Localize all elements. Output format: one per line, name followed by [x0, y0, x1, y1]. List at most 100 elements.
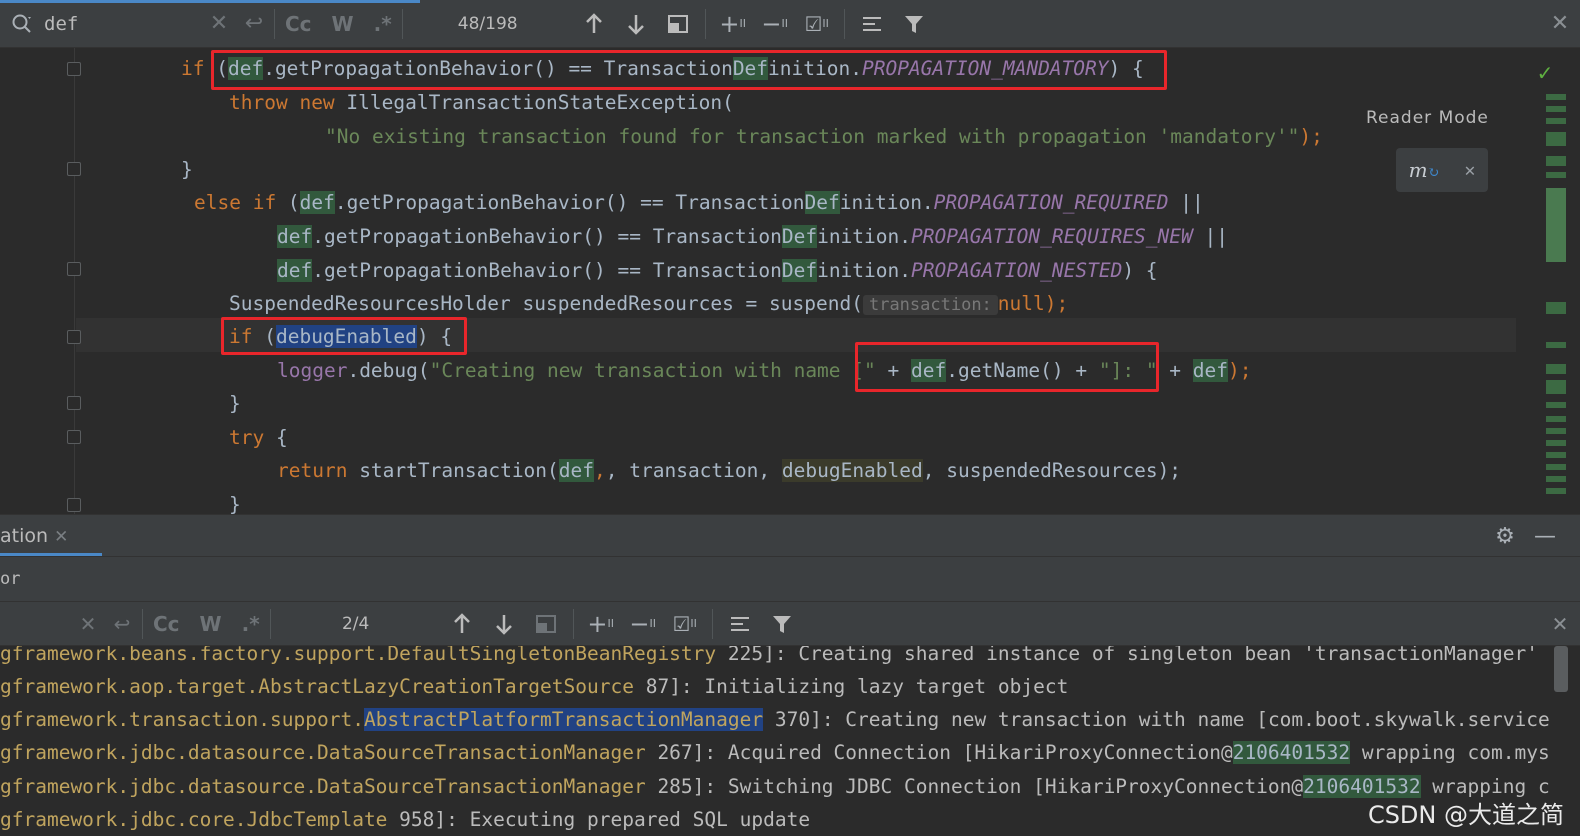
separator — [843, 8, 845, 39]
console-scrollbar[interactable] — [1554, 646, 1568, 692]
previous-occurrence-icon[interactable] — [441, 602, 483, 646]
open-in-window-icon[interactable] — [657, 0, 699, 48]
match-counter: 48/198 — [457, 13, 518, 34]
code-line: "No existing transaction found for trans… — [325, 125, 1323, 148]
words-button[interactable]: W — [332, 12, 354, 36]
gear-icon[interactable]: ⚙ — [1492, 523, 1518, 549]
open-in-window-icon[interactable] — [525, 602, 567, 646]
code-line: } — [229, 392, 241, 415]
minimize-icon[interactable]: — — [1532, 523, 1558, 549]
occurrence-mark[interactable] — [1546, 106, 1566, 112]
regex-button[interactable]: .* — [242, 612, 260, 636]
console-line: gframework.aop.target.AbstractLazyCreati… — [0, 675, 1069, 698]
fold-marker[interactable] — [67, 498, 81, 512]
run-tool-window-header: ation ✕ ⚙ — — [0, 514, 1580, 557]
annotation-box — [855, 342, 1159, 392]
close-search-icon[interactable]: ✕ — [1540, 0, 1580, 48]
next-occurrence-icon[interactable] — [483, 602, 525, 646]
funnel-icon[interactable] — [893, 0, 935, 48]
run-tab-label: ation — [0, 525, 49, 547]
occurrence-mark[interactable] — [1546, 156, 1566, 166]
code-line: throw new IllegalTransactionStateExcepti… — [229, 91, 734, 114]
occurrence-mark[interactable] — [1546, 464, 1566, 470]
maven-reload-icon[interactable]: m↻ — [1409, 158, 1440, 182]
code-line: return startTransaction(def,, transactio… — [277, 459, 1182, 482]
remove-occurrence-icon[interactable]: − II — [622, 602, 664, 646]
occurrence-mark[interactable] — [1546, 172, 1566, 178]
separator — [704, 8, 706, 39]
fold-marker[interactable] — [67, 396, 81, 410]
fold-marker[interactable] — [67, 262, 81, 276]
occurrence-mark[interactable] — [1546, 440, 1566, 446]
search-input[interactable] — [44, 6, 204, 41]
occurrence-mark[interactable] — [1546, 342, 1566, 348]
console-line: gframework.jdbc.datasource.DataSourceTra… — [0, 741, 1550, 764]
remove-occurrence-icon[interactable]: − II — [754, 0, 796, 48]
code-line: try { — [229, 426, 288, 449]
code-line: SuspendedResourcesHolder suspendedResour… — [229, 292, 1069, 315]
console-search-bar: ✕ ↩ Cc W .* 2/4 + II − II ☑ II ✕ — [0, 602, 1580, 646]
match-case-button[interactable]: Cc — [285, 12, 312, 36]
occurrence-mark[interactable] — [1546, 302, 1566, 314]
annotation-box — [211, 50, 1167, 90]
separator — [572, 608, 574, 639]
annotation-box — [221, 317, 467, 355]
separator — [274, 8, 275, 39]
console-line: gframework.jdbc.datasource.DataSourceTra… — [0, 775, 1550, 798]
code-line: } — [229, 493, 241, 514]
clear-search-icon[interactable]: ✕ — [74, 602, 102, 646]
separator — [711, 608, 713, 639]
fold-marker[interactable] — [67, 330, 81, 344]
occurrence-mark[interactable] — [1546, 94, 1566, 100]
run-tab[interactable]: ation ✕ — [0, 525, 68, 547]
visible-area-mark[interactable] — [1546, 188, 1566, 262]
next-occurrence-icon[interactable] — [615, 0, 657, 48]
words-button[interactable]: W — [200, 612, 222, 636]
run-config-label[interactable]: or — [0, 569, 20, 589]
close-tab-icon[interactable]: ✕ — [54, 527, 68, 547]
new-line-icon[interactable]: ↩ — [102, 602, 142, 646]
console-output[interactable]: gframework.beans.factory.support.Default… — [0, 646, 1580, 836]
occurrence-mark[interactable] — [1546, 364, 1566, 374]
search-icon[interactable] — [0, 0, 44, 48]
gutter — [74, 48, 75, 514]
regex-button[interactable]: .* — [374, 12, 392, 36]
select-all-occurrences-icon[interactable]: ☑ II — [664, 602, 706, 646]
parameter-hint: transaction: — [862, 295, 998, 315]
filter-options-icon[interactable] — [719, 602, 761, 646]
occurrence-mark[interactable] — [1546, 380, 1566, 394]
error-stripe[interactable] — [1516, 48, 1580, 514]
console-line: gframework.jdbc.core.JdbcTemplate 958]: … — [0, 808, 811, 831]
occurrence-mark[interactable] — [1546, 428, 1566, 434]
code-editor[interactable]: if (def.getPropagationBehavior() == Tran… — [0, 48, 1580, 514]
filter-options-icon[interactable] — [851, 0, 893, 48]
clear-search-icon[interactable]: ✕ — [204, 0, 234, 48]
reader-mode-toggle[interactable]: Reader Mode — [1366, 108, 1489, 128]
separator — [142, 608, 143, 639]
occurrence-mark[interactable] — [1546, 476, 1566, 482]
add-occurrence-icon[interactable]: + II — [580, 602, 622, 646]
fold-marker[interactable] — [67, 62, 81, 76]
occurrence-mark[interactable] — [1546, 452, 1566, 458]
add-occurrence-icon[interactable]: + II — [712, 0, 754, 48]
occurrence-mark[interactable] — [1546, 402, 1566, 408]
editor-search-bar: ✕ ↩ Cc W .* 48/198 +II −II ☑II ✕ — [0, 0, 1580, 48]
maven-reload-popup: m↻ ✕ — [1396, 148, 1488, 192]
match-counter: 2/4 — [341, 613, 370, 634]
close-search-icon[interactable]: ✕ — [1540, 602, 1580, 646]
new-line-icon[interactable]: ↩ — [234, 0, 274, 48]
fold-marker[interactable] — [67, 430, 81, 444]
console-search-input[interactable] — [0, 608, 74, 639]
occurrence-mark[interactable] — [1546, 118, 1566, 124]
fold-marker[interactable] — [67, 162, 81, 176]
occurrence-mark[interactable] — [1546, 132, 1566, 146]
console-line: gframework.beans.factory.support.Default… — [0, 646, 1538, 665]
funnel-icon[interactable] — [761, 602, 803, 646]
match-case-button[interactable]: Cc — [153, 612, 180, 636]
occurrence-mark[interactable] — [1546, 416, 1566, 422]
console-line: gframework.transaction.support.AbstractP… — [0, 708, 1550, 731]
select-all-occurrences-icon[interactable]: ☑ II — [796, 0, 838, 48]
close-icon[interactable]: ✕ — [1465, 160, 1476, 181]
occurrence-mark[interactable] — [1546, 488, 1566, 494]
previous-occurrence-icon[interactable] — [573, 0, 615, 48]
